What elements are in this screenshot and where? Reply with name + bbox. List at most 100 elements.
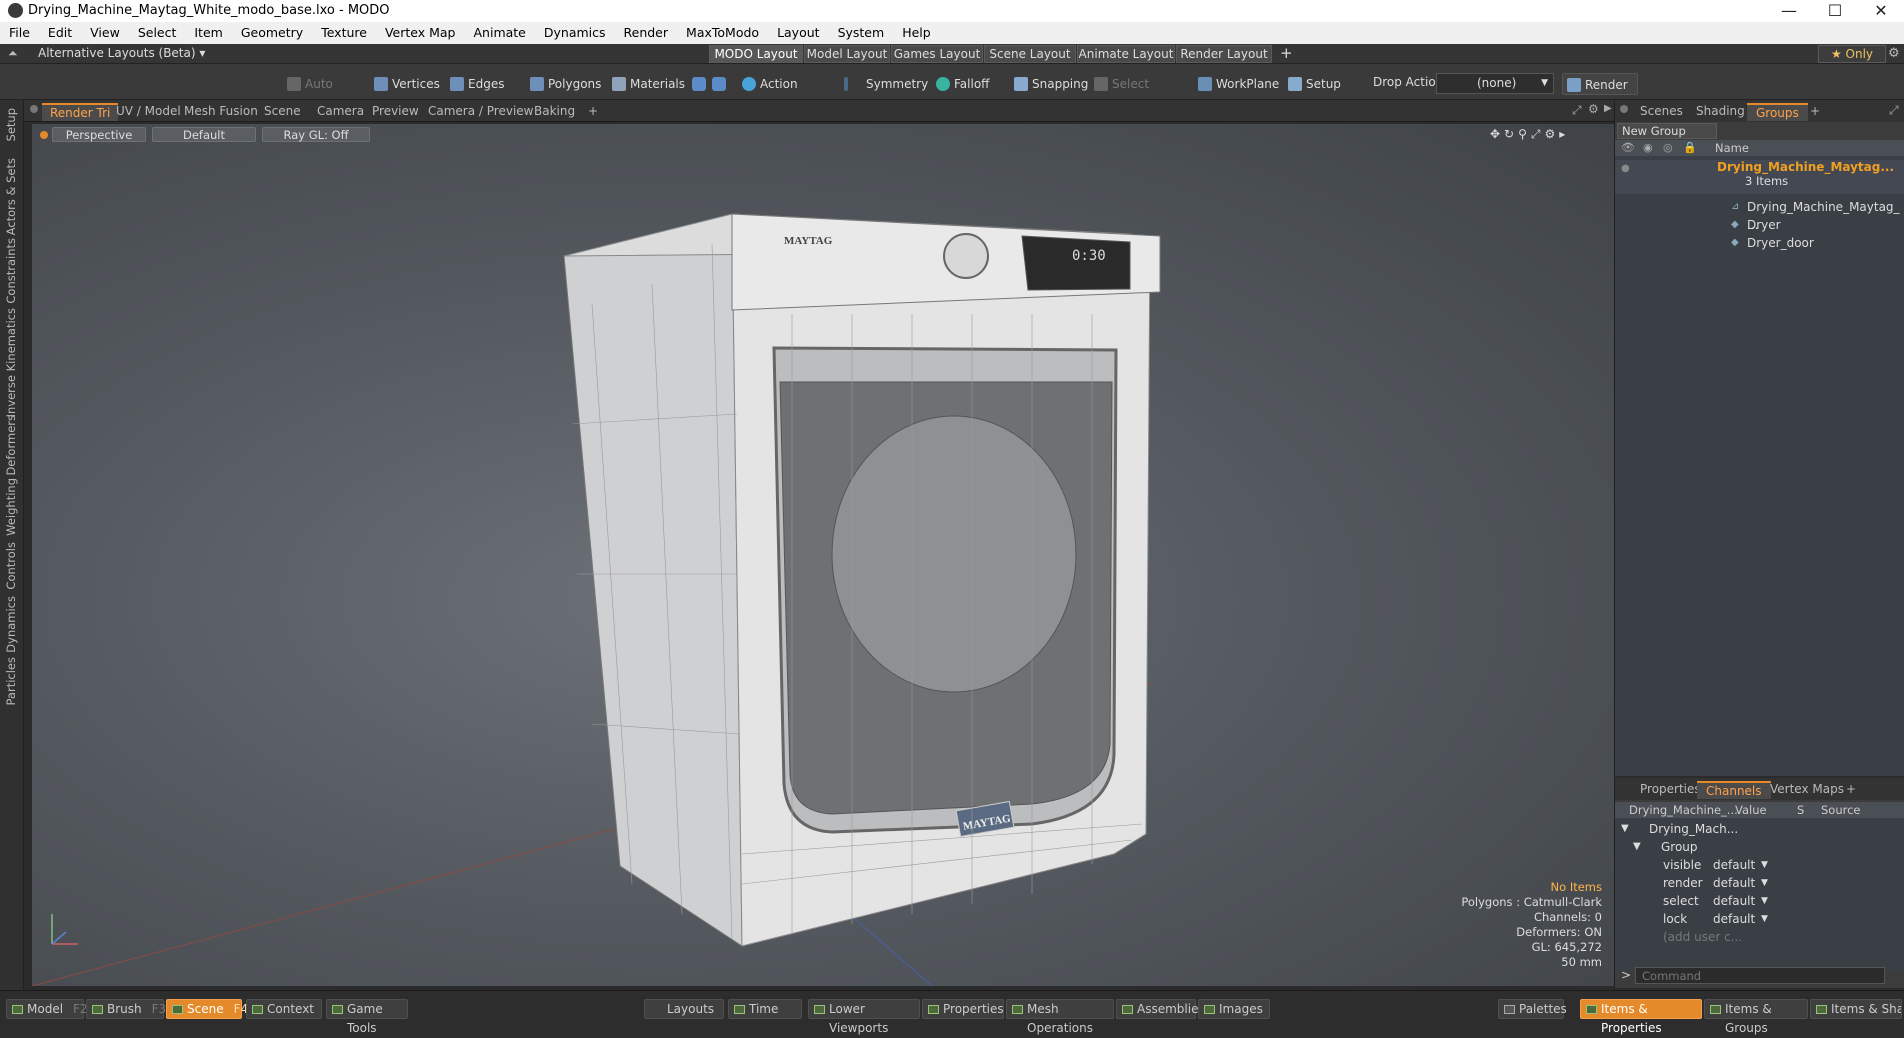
model-button[interactable]: Model F2 (6, 999, 88, 1019)
channel-value[interactable]: default (1713, 874, 1755, 892)
left-tab-weighting[interactable]: Weighting (4, 478, 18, 536)
visibility-eye-icon[interactable]: ● (1621, 160, 1630, 178)
tab-mesh-fusion[interactable]: Mesh Fusion (176, 103, 266, 121)
drop-action-select[interactable]: (none) ▼ (1436, 73, 1554, 94)
minimize-button[interactable]: — (1766, 0, 1812, 22)
maximize-viewport-icon[interactable]: ⤢ (1572, 103, 1582, 118)
menu-select[interactable]: Select (129, 22, 186, 40)
left-tab-setup[interactable]: Setup (4, 108, 18, 141)
menu-item[interactable]: Item (185, 22, 231, 40)
tab-baking[interactable]: Baking (526, 103, 583, 121)
items-properties-button[interactable]: Items & Properties (1580, 999, 1702, 1035)
tab-games-layout[interactable]: Games Layout (891, 45, 983, 63)
tab-groups[interactable]: Groups (1747, 103, 1808, 121)
layout-pin-icon[interactable]: ⏶ (8, 46, 18, 61)
lock-toggle-icon[interactable]: 🔒 (1683, 140, 1697, 156)
channel-item-row[interactable]: ▼ Drying_Mach... (1615, 820, 1904, 838)
time-button[interactable]: Time (728, 999, 802, 1019)
menu-vertex-map[interactable]: Vertex Map (376, 22, 465, 40)
tab-channels[interactable]: Channels (1697, 781, 1771, 799)
channel-group-row[interactable]: ▼ Group (1615, 838, 1904, 856)
menu-geometry[interactable]: Geometry (232, 22, 312, 40)
only-toggle[interactable]: ★ Only (1818, 45, 1886, 63)
channel-value[interactable]: default (1713, 910, 1755, 928)
select-toggle-icon[interactable]: ◎ (1663, 140, 1673, 156)
tab-scenes[interactable]: Scenes (1631, 103, 1692, 121)
menu-file[interactable]: File (0, 22, 39, 40)
tab-scene-layout[interactable]: Scene Layout (984, 45, 1076, 63)
alternative-layouts-dropdown[interactable]: Alternative Layouts (Beta) ▾ (38, 46, 205, 60)
viewport-arrow-icon[interactable]: ▶ (1604, 103, 1612, 114)
channel-row[interactable]: select default ▼ (1615, 892, 1904, 910)
images-button[interactable]: Images (1198, 999, 1270, 1019)
items-shading-button[interactable]: Items & Shading (1810, 999, 1902, 1019)
game-tools-button[interactable]: Game Tools (326, 999, 408, 1035)
add-user-channel-row[interactable]: (add user c... (1615, 928, 1904, 946)
chevron-down-icon[interactable]: ▼ (1761, 874, 1768, 892)
scene-button[interactable]: Scene F4 (166, 999, 248, 1019)
layouts-button[interactable]: Layouts (644, 999, 724, 1019)
panel-menu-icon[interactable] (30, 105, 38, 113)
expand-icon[interactable]: ▼ (1621, 820, 1629, 838)
chevron-down-icon[interactable]: ▼ (1761, 856, 1768, 874)
maximize-button[interactable]: ☐ (1812, 0, 1858, 22)
tab-render-layout[interactable]: Render Layout (1176, 45, 1272, 63)
polygons-button[interactable]: Polygons (526, 73, 601, 95)
menu-help[interactable]: Help (893, 22, 940, 40)
lower-viewports-button[interactable]: Lower Viewports (808, 999, 920, 1035)
right-panel-menu-icon[interactable] (1620, 105, 1628, 113)
expand-panel-icon[interactable]: ⤢ (1889, 103, 1899, 118)
close-button[interactable]: ✕ (1858, 0, 1904, 22)
menu-animate[interactable]: Animate (465, 22, 535, 40)
menu-maxtomodo[interactable]: MaxToModo (677, 22, 768, 40)
tab-camera-preview[interactable]: Camera / Preview (420, 103, 541, 121)
properties-button[interactable]: Properties (922, 999, 1004, 1019)
tab-shading[interactable]: Shading (1687, 103, 1754, 121)
menu-texture[interactable]: Texture (312, 22, 376, 40)
visibility-eye-icon[interactable]: 👁 (1621, 140, 1635, 156)
tab-render-tri[interactable]: Render Tri (42, 103, 119, 121)
snapping-button[interactable]: Snapping (1010, 73, 1088, 95)
command-input[interactable] (1635, 967, 1885, 984)
tab-model-layout[interactable]: Model Layout (804, 45, 890, 63)
channel-value[interactable]: default (1713, 856, 1755, 874)
new-group-button[interactable]: New Group (1617, 123, 1717, 139)
menu-layout[interactable]: Layout (768, 22, 829, 40)
action-center-button[interactable]: Action Center (738, 73, 832, 113)
items-groups-button[interactable]: Items & Groups (1704, 999, 1808, 1035)
add-right-tab-button[interactable]: + (1801, 103, 1829, 121)
select-mode-icon[interactable] (692, 77, 706, 91)
settings-gear-icon[interactable]: ⚙ (1888, 46, 1900, 61)
tab-preview[interactable]: Preview (364, 103, 427, 121)
mesh-operations-button[interactable]: Mesh Operations (1006, 999, 1114, 1035)
edges-button[interactable]: Edges (446, 73, 506, 95)
symmetry-button[interactable]: Symmetry (840, 73, 928, 95)
vertices-button[interactable]: Vertices (370, 73, 440, 95)
render-toggle-icon[interactable]: ◉ (1643, 140, 1653, 156)
setup-mode-button[interactable]: Setup Mode (1284, 73, 1368, 113)
channel-row[interactable]: visible default ▼ (1615, 856, 1904, 874)
channel-row[interactable]: lock default ▼ (1615, 910, 1904, 928)
group-row-root[interactable]: ● Drying_Machine_Maytag... 3 Items (1615, 160, 1904, 194)
3d-viewport[interactable]: Perspective Default Ray GL: Off ✥↻⚲⤢⚙▸ 0… (32, 124, 1614, 986)
add-layout-button[interactable]: + (1280, 44, 1293, 62)
menu-system[interactable]: System (829, 22, 894, 40)
menu-render[interactable]: Render (615, 22, 678, 40)
render-button[interactable]: Render F9 (1562, 73, 1638, 114)
assemblies-button[interactable]: Assemblies (1116, 999, 1205, 1019)
chevron-down-icon[interactable]: ▼ (1761, 892, 1768, 910)
menu-dynamics[interactable]: Dynamics (535, 22, 615, 40)
palettes-button[interactable]: Palettes (1498, 999, 1567, 1019)
left-tab-particles[interactable]: Particles (4, 657, 18, 705)
channel-row[interactable]: render default ▼ (1615, 874, 1904, 892)
menu-view[interactable]: View (81, 22, 129, 40)
left-tab-deformers[interactable]: Deformers (4, 415, 18, 476)
chevron-down-icon[interactable]: ▼ (1761, 910, 1768, 928)
add-bottom-tab-button[interactable]: + (1837, 781, 1865, 799)
falloff-button[interactable]: Falloff (932, 73, 992, 95)
viewport-options-gear-icon[interactable]: ⚙ (1588, 102, 1599, 116)
tab-scene[interactable]: Scene (256, 103, 309, 121)
select-through-button[interactable]: Select Through (1090, 73, 1186, 113)
workplane-button[interactable]: WorkPlane (1194, 73, 1279, 95)
tab-animate-layout[interactable]: Animate Layout (1077, 45, 1175, 63)
